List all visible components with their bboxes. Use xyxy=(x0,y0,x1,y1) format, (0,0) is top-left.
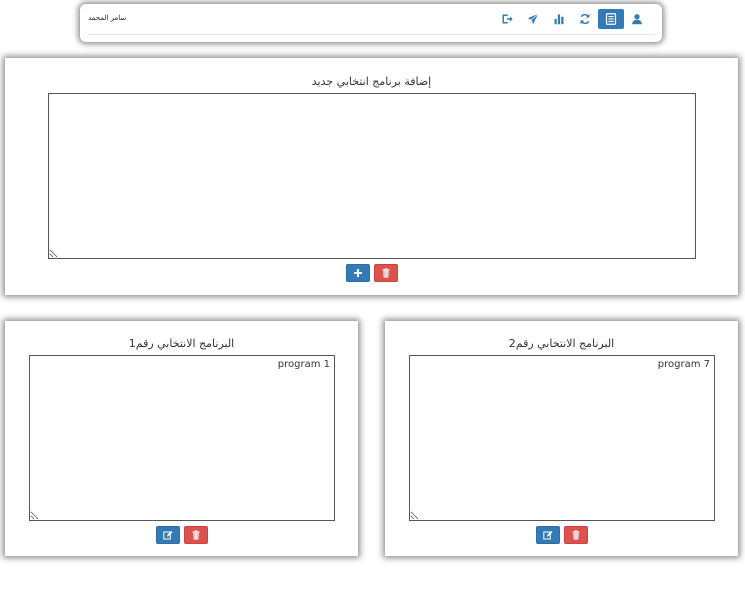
plus-icon xyxy=(353,269,362,277)
delete-program-button[interactable] xyxy=(563,526,588,544)
logout-icon[interactable] xyxy=(494,9,520,29)
user-icon[interactable] xyxy=(624,9,650,29)
program-panel: البرنامج الانتخابي رقم2 xyxy=(385,321,738,556)
bar-chart-icon[interactable] xyxy=(546,9,572,29)
program-textarea[interactable] xyxy=(409,355,715,521)
new-program-actions xyxy=(5,264,738,282)
new-program-textarea[interactable] xyxy=(48,93,696,259)
trash-icon xyxy=(382,268,389,278)
new-program-panel: إضافة برنامج انتخابي جديد xyxy=(5,58,738,295)
trash-icon xyxy=(192,530,199,540)
edit-program-button[interactable] xyxy=(535,526,560,544)
program-title: البرنامج الانتخابي رقم2 xyxy=(508,337,615,350)
nav-icon-group xyxy=(494,8,650,30)
program-textarea[interactable] xyxy=(29,355,335,521)
send-icon[interactable] xyxy=(520,9,546,29)
program-panel: البرنامج الانتخابي رقم1 xyxy=(5,321,358,556)
list-icon[interactable] xyxy=(598,9,624,29)
program-title: البرنامج الانتخابي رقم1 xyxy=(128,337,235,350)
new-program-title: إضافة برنامج انتخابي جديد xyxy=(311,75,432,88)
program-actions xyxy=(5,526,358,544)
add-program-button[interactable] xyxy=(345,264,370,282)
username-label[interactable]: سامر المحمد xyxy=(88,14,126,22)
delete-program-button[interactable] xyxy=(183,526,208,544)
navbar-divider xyxy=(88,34,654,35)
trash-icon xyxy=(572,530,579,540)
edit-icon xyxy=(162,531,172,540)
page: سامر المحمد إضافة برنامج انتخابي جديد ال… xyxy=(0,0,745,605)
refresh-icon[interactable] xyxy=(572,9,598,29)
edit-icon xyxy=(542,531,552,540)
top-navbar: سامر المحمد xyxy=(80,4,662,42)
clear-program-button[interactable] xyxy=(373,264,398,282)
edit-program-button[interactable] xyxy=(155,526,180,544)
program-actions xyxy=(385,526,738,544)
